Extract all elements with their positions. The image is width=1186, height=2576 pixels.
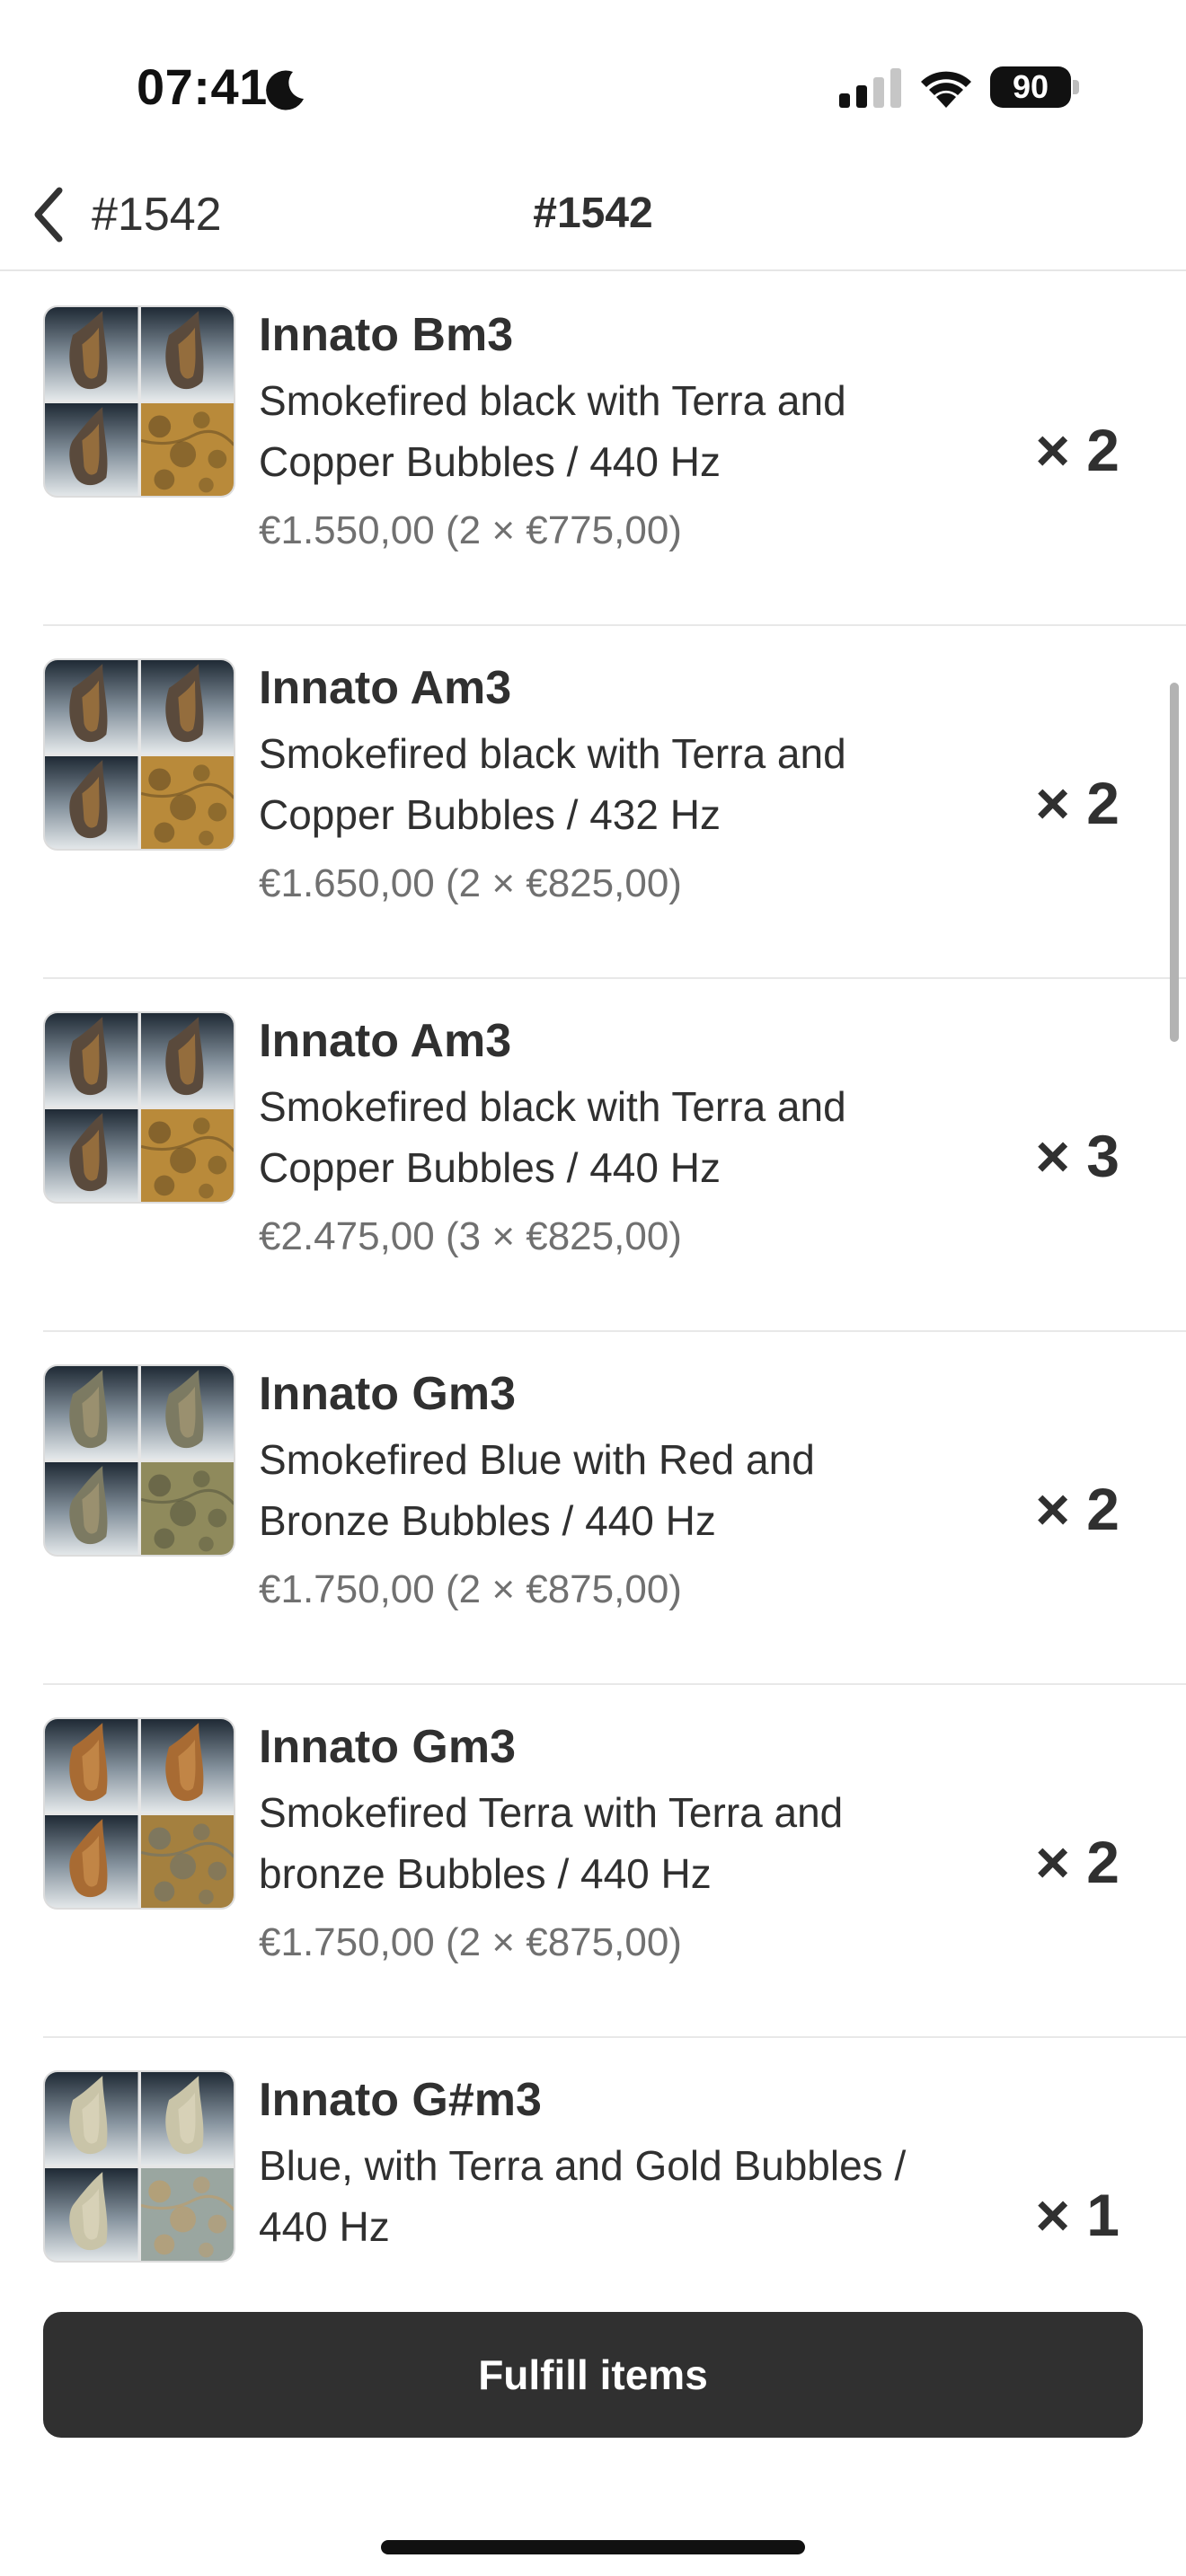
item-details: Innato Gm3 Smokefired Blue with Red and …	[259, 1364, 1049, 1619]
status-bar: 07:41 90	[0, 0, 1186, 162]
flute-photo-tile	[45, 2167, 138, 2261]
scroll-indicator[interactable]	[1170, 683, 1179, 1042]
glaze-texture-tile	[140, 1814, 234, 1908]
line-item-row[interactable]: Innato Am3 Smokefired black with Terra a…	[43, 979, 1186, 1332]
item-variant-line1: Smokefired Terra with Terra and	[259, 1789, 844, 1836]
item-title: Innato Am3	[259, 662, 512, 714]
glaze-texture-tile	[140, 1108, 234, 1202]
item-quantity: × 2	[1035, 416, 1120, 483]
item-quantity: × 1	[1035, 2181, 1120, 2248]
item-variant-line1: Smokefired black with Terra and	[259, 377, 846, 424]
item-title: Innato G#m3	[259, 2074, 542, 2126]
flute-photo-tile	[140, 1719, 234, 1813]
flute-photo-tile	[45, 307, 138, 401]
item-variant-line1: Smokefired black with Terra and	[259, 730, 846, 777]
flute-photo-tile	[45, 1814, 138, 1908]
fulfill-items-button[interactable]: Fulfill items	[43, 2312, 1143, 2438]
item-variant-line1: Blue, with Terra and Gold Bubbles /	[259, 2142, 907, 2189]
cellular-signal-icon	[839, 68, 901, 108]
item-price: €1.550,00 (2 × €775,00)	[259, 508, 682, 552]
flute-photo-tile	[140, 2072, 234, 2166]
item-quantity: × 2	[1035, 1828, 1120, 1895]
product-thumbnail	[43, 305, 235, 498]
item-variant: Blue, with Terra and Gold Bubbles / 440 …	[259, 2135, 1049, 2257]
line-item-row[interactable]: Innato Am3 Smokefired black with Terra a…	[43, 626, 1186, 979]
glaze-texture-tile	[140, 2167, 234, 2261]
item-quantity: × 2	[1035, 1475, 1120, 1542]
item-variant: Smokefired Blue with Red and Bronze Bubb…	[259, 1429, 1049, 1551]
item-title: Innato Gm3	[259, 1721, 517, 1773]
item-price: €1.750,00 (2 × €875,00)	[259, 1920, 682, 1964]
item-details: Innato Bm3 Smokefired black with Terra a…	[259, 305, 1049, 560]
item-details: Innato Am3 Smokefired black with Terra a…	[259, 658, 1049, 913]
flute-photo-tile	[140, 1366, 234, 1460]
flute-photo-tile	[45, 660, 138, 754]
item-variant-line2: Copper Bubbles / 440 Hz	[259, 438, 721, 485]
bottom-action-area: Fulfill items	[0, 2276, 1186, 2576]
item-quantity: × 2	[1035, 769, 1120, 836]
item-details: Innato Gm3 Smokefired Terra with Terra a…	[259, 1717, 1049, 1972]
flute-photo-tile	[140, 307, 234, 401]
item-title: Innato Gm3	[259, 1368, 517, 1420]
flute-photo-tile	[45, 1108, 138, 1202]
product-thumbnail	[43, 1364, 235, 1557]
item-price: €1.750,00 (2 × €875,00)	[259, 1567, 682, 1611]
flute-photo-tile	[45, 1013, 138, 1107]
flute-photo-tile	[45, 1719, 138, 1813]
status-time: 07:41	[137, 58, 268, 115]
product-thumbnail	[43, 658, 235, 851]
line-item-row[interactable]: Innato Gm3 Smokefired Terra with Terra a…	[43, 1685, 1186, 2038]
item-variant: Smokefired black with Terra and Copper B…	[259, 723, 1049, 845]
product-thumbnail	[43, 1717, 235, 1910]
battery-indicator: 90	[990, 66, 1080, 108]
glaze-texture-tile	[140, 402, 234, 496]
item-details: Innato G#m3 Blue, with Terra and Gold Bu…	[259, 2070, 1049, 2266]
item-title: Innato Bm3	[259, 309, 514, 361]
flute-photo-tile	[45, 402, 138, 496]
line-item-row[interactable]: Innato Bm3 Smokefired black with Terra a…	[43, 273, 1186, 626]
home-indicator	[381, 2540, 805, 2554]
line-items-list[interactable]: Innato Bm3 Smokefired black with Terra a…	[0, 273, 1186, 2276]
order-fulfillment-screen: 07:41 90 #1542 #1542 Innato Bm3 Smokefir…	[0, 0, 1186, 2576]
item-details: Innato Am3 Smokefired black with Terra a…	[259, 1011, 1049, 1266]
flute-photo-tile	[45, 1461, 138, 1555]
product-thumbnail	[43, 1011, 235, 1204]
item-title: Innato Am3	[259, 1015, 512, 1067]
item-price: €1.650,00 (2 × €825,00)	[259, 861, 682, 905]
flute-photo-tile	[140, 660, 234, 754]
item-variant-line2: bronze Bubbles / 440 Hz	[259, 1850, 712, 1897]
flute-photo-tile	[45, 1366, 138, 1460]
flute-photo-tile	[140, 1013, 234, 1107]
item-variant-line2: Copper Bubbles / 440 Hz	[259, 1144, 721, 1191]
glaze-texture-tile	[140, 1461, 234, 1555]
item-variant: Smokefired black with Terra and Copper B…	[259, 370, 1049, 492]
line-item-row[interactable]: Innato Gm3 Smokefired Blue with Red and …	[43, 1332, 1186, 1685]
item-variant-line1: Smokefired black with Terra and	[259, 1083, 846, 1130]
battery-level: 90	[1012, 68, 1049, 105]
item-variant-line1: Smokefired Blue with Red and	[259, 1436, 815, 1483]
item-quantity: × 3	[1035, 1122, 1120, 1189]
item-variant-line2: 440 Hz	[259, 2203, 390, 2250]
flute-photo-tile	[45, 755, 138, 849]
item-variant: Smokefired black with Terra and Copper B…	[259, 1076, 1049, 1198]
item-variant: Smokefired Terra with Terra and bronze B…	[259, 1782, 1049, 1904]
item-price: €2.475,00 (3 × €825,00)	[259, 1214, 682, 1258]
moon-icon	[266, 70, 304, 110]
glaze-texture-tile	[140, 755, 234, 849]
item-variant-line2: Bronze Bubbles / 440 Hz	[259, 1497, 716, 1544]
product-thumbnail	[43, 2070, 235, 2263]
navigation-bar: #1542 #1542	[0, 162, 1186, 271]
wifi-icon	[921, 71, 971, 108]
line-item-row[interactable]: Innato G#m3 Blue, with Terra and Gold Bu…	[43, 2038, 1186, 2276]
item-variant-line2: Copper Bubbles / 432 Hz	[259, 791, 721, 838]
page-title: #1542	[533, 190, 653, 237]
flute-photo-tile	[45, 2072, 138, 2166]
